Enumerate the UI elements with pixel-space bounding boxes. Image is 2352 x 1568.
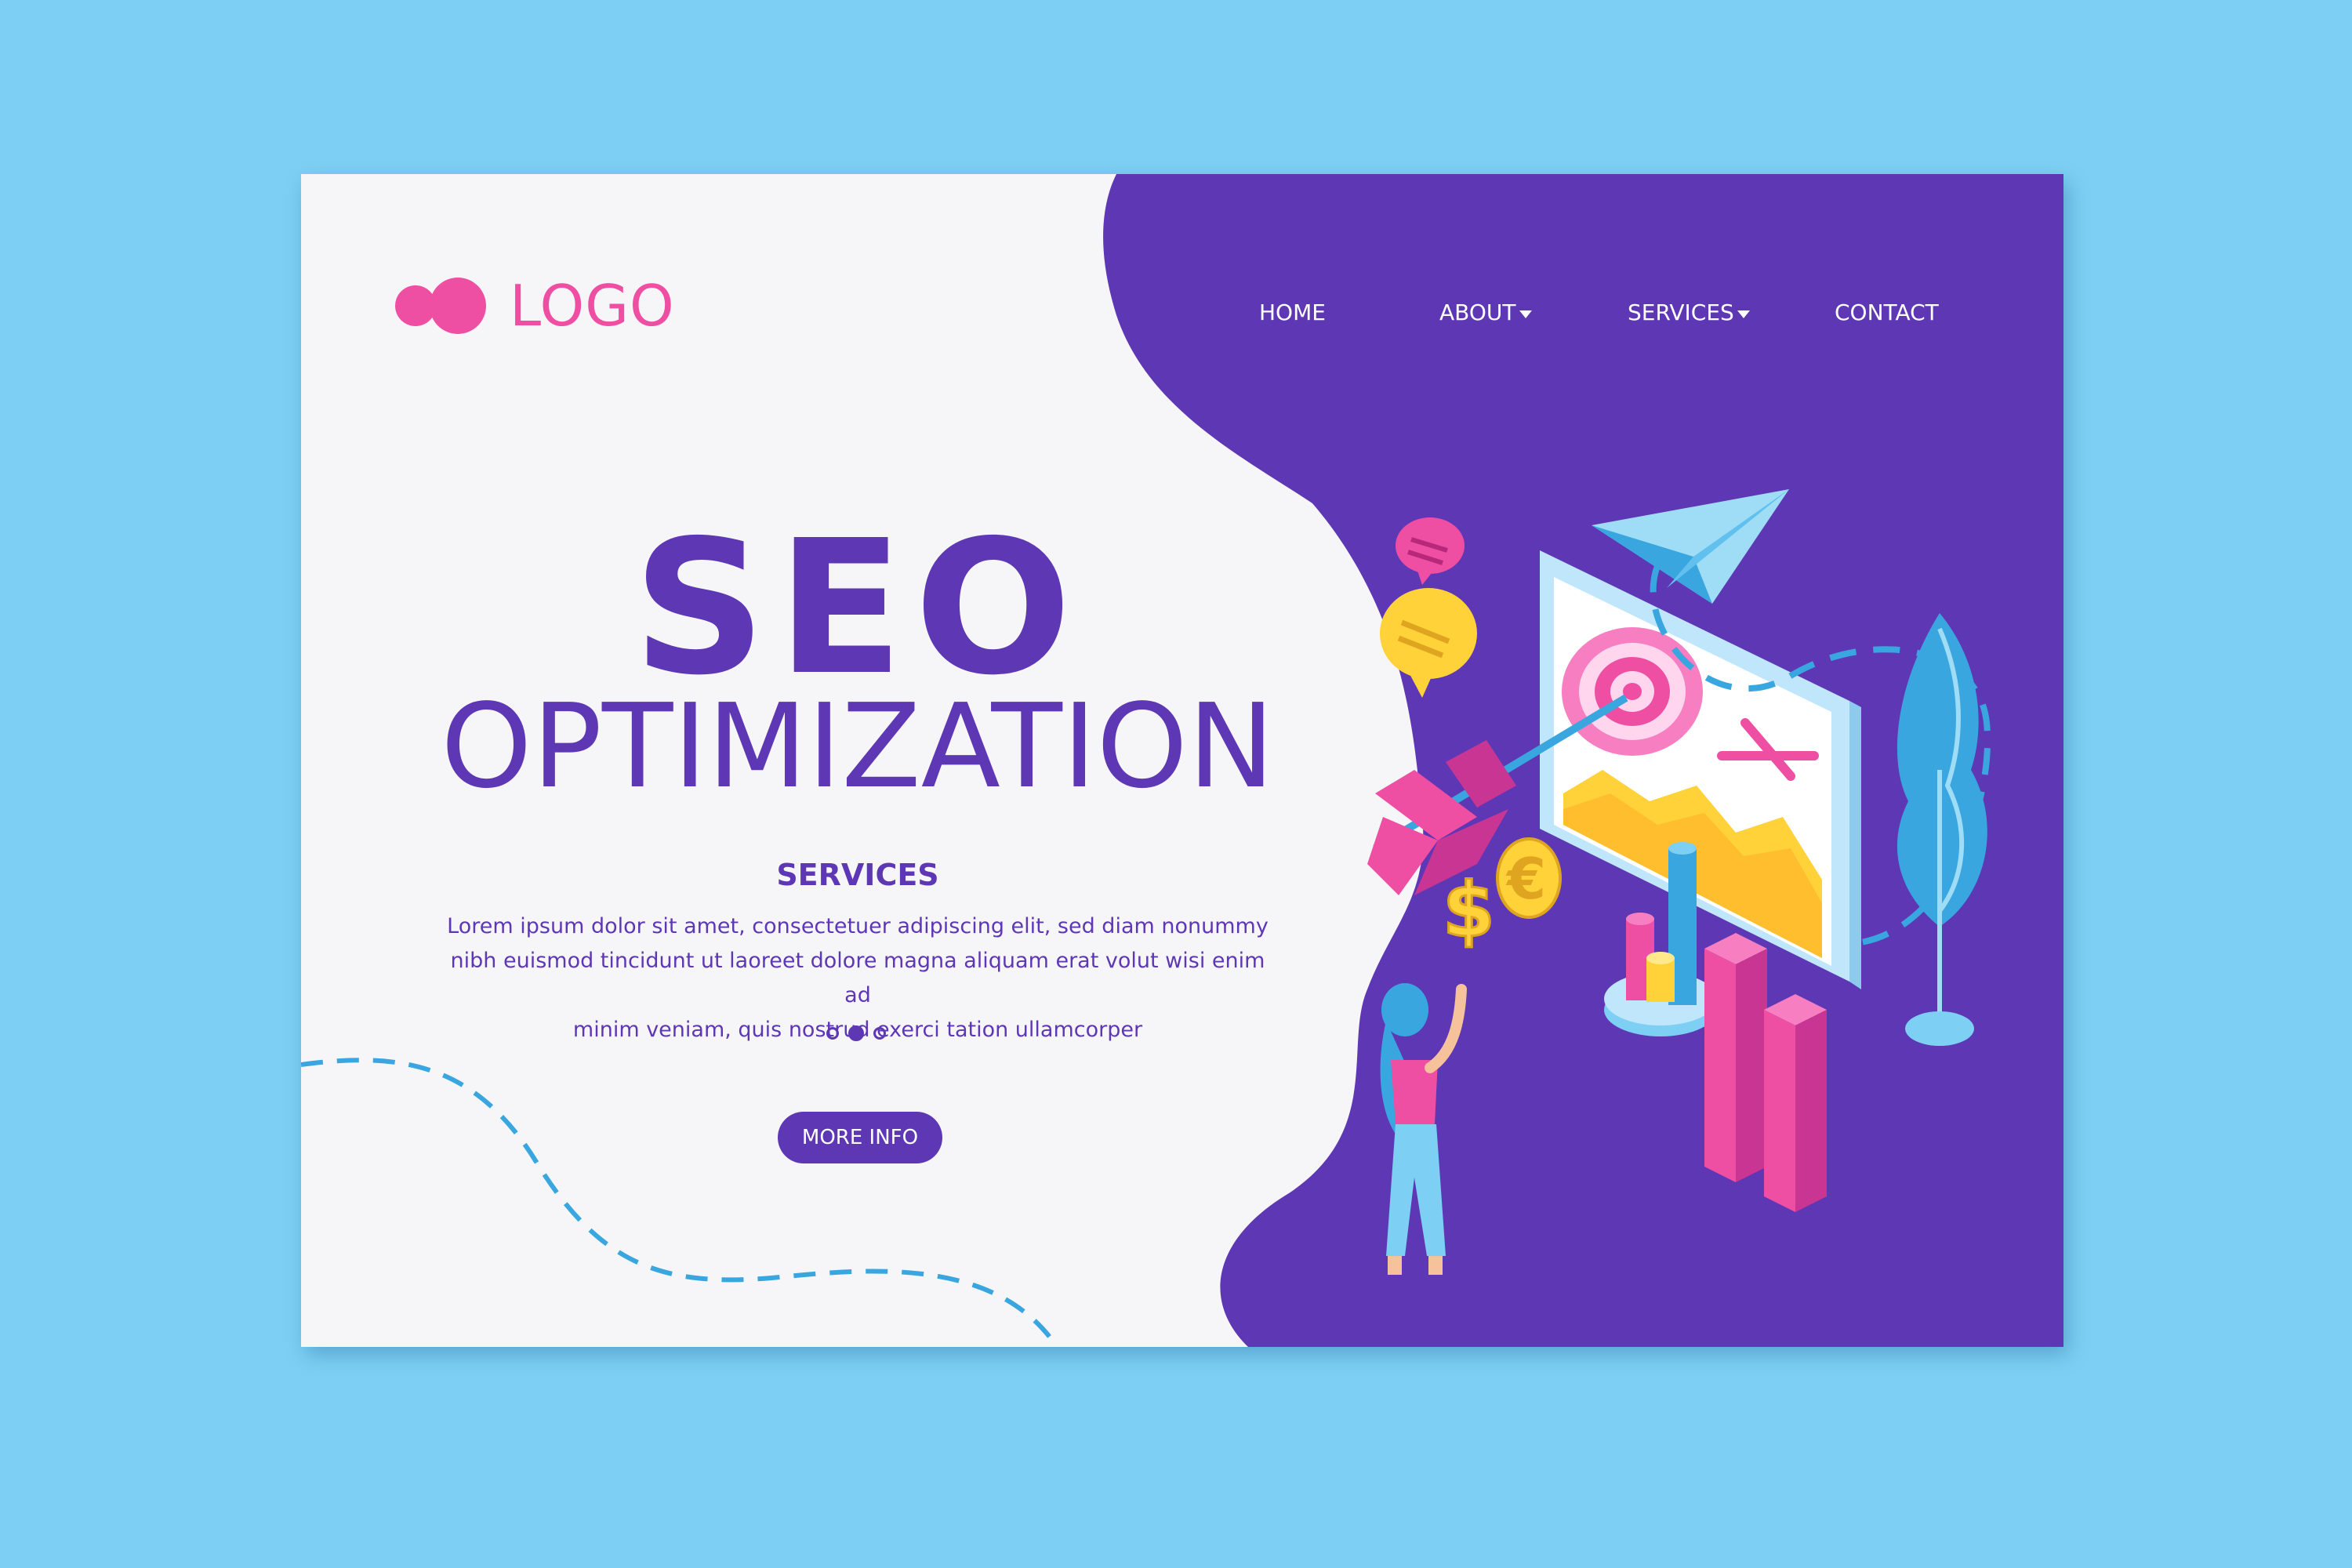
seo-illustration: $ € [1367, 489, 1991, 1275]
monitor-screen [1540, 550, 1861, 989]
plant-decoration [1896, 613, 1987, 1046]
bar-chart-columns [1704, 933, 1827, 1212]
chat-bubble-icon [1380, 517, 1477, 698]
landing-card: LOGO HOME ABOUT SERVICES CONTACT SEO OPT… [301, 174, 2063, 1347]
svg-text:€: € [1505, 846, 1546, 912]
person-figure [1380, 983, 1467, 1275]
dollar-coin-icon: $ [1442, 866, 1497, 956]
target-icon [1562, 627, 1703, 756]
paper-plane-icon [1592, 489, 1789, 604]
euro-coin-icon: € [1496, 837, 1562, 919]
svg-text:$: $ [1443, 866, 1495, 954]
